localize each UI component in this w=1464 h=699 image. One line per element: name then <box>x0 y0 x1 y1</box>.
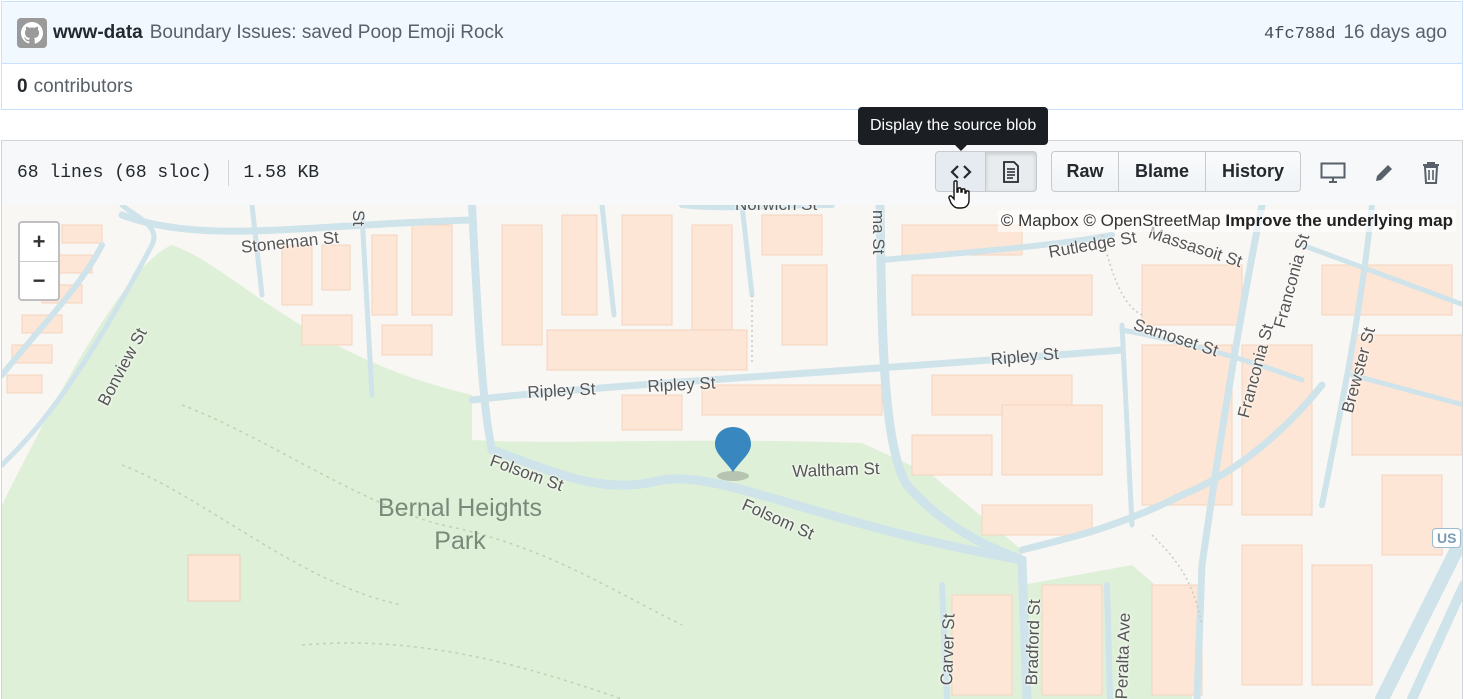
map-attribution: © Mapbox © OpenStreetMap Improve the und… <box>997 210 1456 232</box>
commit-author-link[interactable]: www-data <box>53 22 143 44</box>
commit-age: 16 days ago <box>1343 21 1447 43</box>
file-lines: 68 lines (68 sloc) <box>17 163 212 183</box>
commit-tease: www-data Boundary Issues: saved Poop Emo… <box>1 1 1463 64</box>
contributors-label[interactable]: contributors <box>34 76 133 98</box>
edit-button[interactable] <box>1369 158 1399 188</box>
street-label: St <box>349 210 368 227</box>
file-info-divider <box>228 160 230 186</box>
trash-icon <box>1423 162 1439 184</box>
commit-meta: 4fc788d 16 days ago <box>1264 22 1447 44</box>
open-desktop-button[interactable] <box>1318 158 1348 188</box>
commit-sha-link[interactable]: 4fc788d <box>1264 25 1335 44</box>
highway-shield: US <box>1432 528 1462 548</box>
commit-message-link[interactable]: Boundary Issues: saved Poop Emoji Rock <box>150 22 504 44</box>
rendered-view-button[interactable] <box>986 151 1037 192</box>
street-label: Carver St <box>937 613 959 686</box>
street-label: Bradford St <box>1022 599 1044 686</box>
park-label: Bernal Heights Park <box>378 494 542 555</box>
street-label: Peralta Ave <box>1112 612 1135 699</box>
blame-button[interactable]: Blame <box>1119 151 1206 192</box>
contributors-bar: 0 contributors <box>1 64 1463 110</box>
street-label: Ripley St <box>647 373 716 396</box>
contributors-count: 0 <box>17 75 28 97</box>
street-label: Waltham St <box>792 458 880 481</box>
street-label: Norwich St <box>735 205 817 215</box>
desktop-icon <box>1320 162 1346 183</box>
file-text-icon <box>1003 160 1019 183</box>
code-icon <box>949 164 972 179</box>
street-label: Ripley St <box>527 379 596 402</box>
file-size: 1.58 KB <box>243 163 320 183</box>
file-info: 68 lines (68 sloc) 1.58 KB <box>17 160 319 186</box>
history-button[interactable]: History <box>1206 151 1301 192</box>
map-marker[interactable] <box>710 426 756 489</box>
attribution-text[interactable]: © Mapbox © OpenStreetMap <box>1001 211 1221 230</box>
zoom-control: + − <box>18 221 60 301</box>
tooltip: Display the source blob <box>858 107 1049 151</box>
street-label: ma St <box>869 210 888 255</box>
raw-button[interactable]: Raw <box>1051 151 1119 192</box>
zoom-in-button[interactable]: + <box>20 223 58 261</box>
map-pin-icon <box>715 427 751 481</box>
improve-map-link[interactable]: Improve the underlying map <box>1225 211 1453 230</box>
geojson-map[interactable]: Norwich St Stoneman St St ma St Rutledge… <box>1 205 1463 699</box>
pencil-icon <box>1376 165 1392 181</box>
file-actions: Raw Blame History <box>1051 151 1301 192</box>
avatar[interactable] <box>17 17 47 48</box>
github-avatar-icon <box>21 21 43 44</box>
zoom-out-button[interactable]: − <box>20 261 58 299</box>
hand-cursor-icon <box>948 180 970 215</box>
delete-button[interactable] <box>1416 158 1446 188</box>
